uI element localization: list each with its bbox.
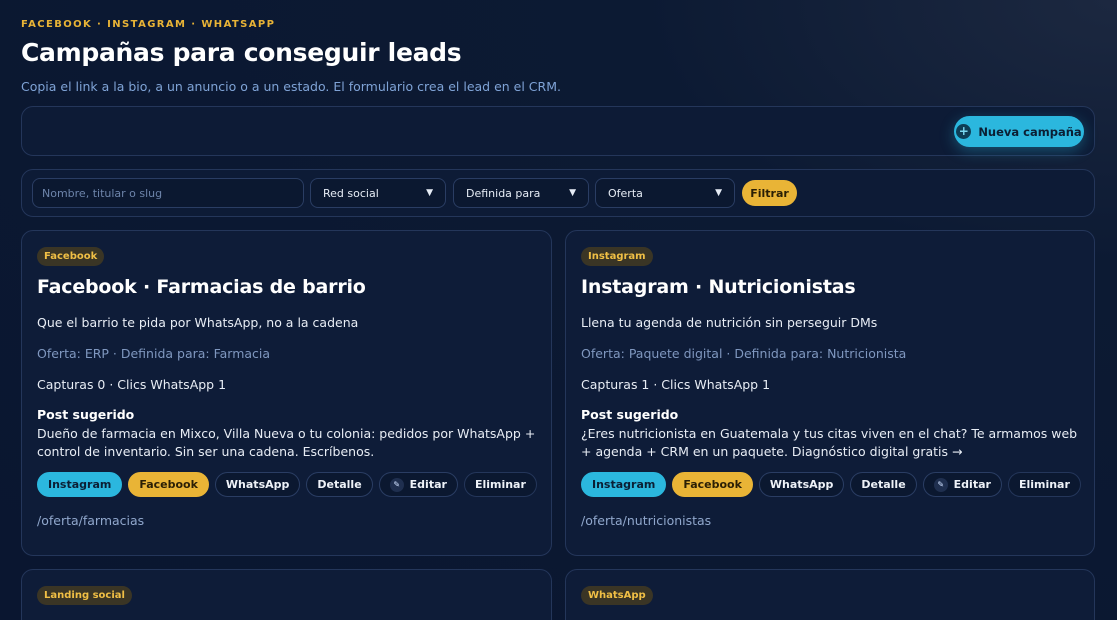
campaigns-page: FACEBOOK · INSTAGRAM · WHATSAPP Campañas… (0, 0, 1117, 620)
audience-select-value: Definida para (466, 186, 541, 200)
audience-select[interactable]: Definida para ▼ (453, 178, 589, 208)
campaign-stats: Capturas 0 · Clics WhatsApp 1 (37, 377, 227, 392)
chevron-down-icon: ▼ (569, 188, 576, 198)
campaign-card: Landing social (21, 569, 552, 620)
network-badge: Facebook (37, 247, 105, 266)
card-actions: Instagram Facebook WhatsApp Detalle ✎ Ed… (37, 472, 537, 497)
campaign-meta: Oferta: Paquete digital · Definida para:… (581, 346, 907, 361)
instagram-button[interactable]: Instagram (37, 472, 123, 497)
eyebrow-networks: FACEBOOK · INSTAGRAM · WHATSAPP (21, 19, 276, 30)
pencil-icon: ✎ (933, 477, 948, 492)
chevron-down-icon: ▼ (426, 188, 433, 198)
campaign-card: Instagram Instagram · Nutricionistas Lle… (565, 230, 1095, 556)
detail-button[interactable]: Detalle (850, 472, 917, 497)
whatsapp-button[interactable]: WhatsApp (758, 472, 845, 497)
campaign-title: Facebook · Farmacias de barrio (37, 276, 366, 298)
edit-label: Editar (409, 478, 447, 491)
card-actions: Instagram Facebook WhatsApp Detalle ✎ Ed… (581, 472, 1081, 497)
facebook-button[interactable]: Facebook (672, 472, 753, 497)
edit-button[interactable]: ✎ Editar (378, 472, 458, 497)
campaign-description: Llena tu agenda de nutrición sin persegu… (581, 315, 878, 330)
post-heading: Post sugerido (581, 407, 679, 422)
chevron-down-icon: ▼ (715, 188, 722, 198)
delete-button[interactable]: Eliminar (1007, 472, 1081, 497)
edit-button[interactable]: ✎ Editar (922, 472, 1002, 497)
plus-icon: + (956, 124, 972, 139)
network-select-value: Red social (323, 186, 379, 200)
post-body: Dueño de farmacia en Mixco, Villa Nueva … (37, 426, 536, 459)
offer-select-value: Oferta (608, 186, 643, 200)
page-subtitle: Copia el link a la bio, a un anuncio o a… (21, 79, 561, 94)
search-input[interactable] (32, 178, 304, 208)
edit-label: Editar (953, 478, 991, 491)
campaign-meta: Oferta: ERP · Definida para: Farmacia (37, 346, 271, 361)
filters-bar: Red social ▼ Definida para ▼ Oferta ▼ Fi… (21, 169, 1095, 217)
campaign-link[interactable]: /oferta/farmacias (37, 513, 144, 528)
actions-bar: + Nueva campaña (21, 106, 1095, 156)
campaign-stats: Capturas 1 · Clics WhatsApp 1 (581, 377, 771, 392)
instagram-button[interactable]: Instagram (581, 472, 667, 497)
offer-select[interactable]: Oferta ▼ (595, 178, 735, 208)
post-body: ¿Eres nutricionista en Guatemala y tus c… (581, 426, 1078, 459)
filter-button[interactable]: Filtrar (742, 180, 797, 206)
pencil-icon: ✎ (389, 477, 404, 492)
network-badge: Instagram (581, 247, 653, 266)
post-heading: Post sugerido (37, 407, 135, 422)
new-campaign-button[interactable]: + Nueva campaña (954, 116, 1084, 147)
whatsapp-button[interactable]: WhatsApp (214, 472, 301, 497)
campaign-card: Facebook Facebook · Farmacias de barrio … (21, 230, 552, 556)
campaign-description: Que el barrio te pida por WhatsApp, no a… (37, 315, 359, 330)
facebook-button[interactable]: Facebook (128, 472, 209, 497)
campaign-card: WhatsApp (565, 569, 1095, 620)
new-campaign-label: Nueva campaña (978, 124, 1082, 139)
network-badge: WhatsApp (581, 586, 653, 605)
page-title: Campañas para conseguir leads (21, 38, 462, 67)
network-select[interactable]: Red social ▼ (310, 178, 446, 208)
network-badge: Landing social (37, 586, 132, 605)
campaign-link[interactable]: /oferta/nutricionistas (581, 513, 711, 528)
delete-button[interactable]: Eliminar (463, 472, 537, 497)
campaign-title: Instagram · Nutricionistas (581, 276, 856, 298)
detail-button[interactable]: Detalle (306, 472, 373, 497)
